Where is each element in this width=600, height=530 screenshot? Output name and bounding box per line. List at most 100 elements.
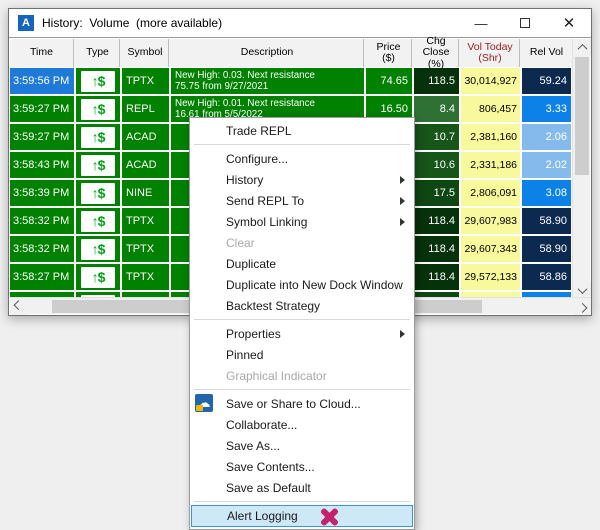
column-header-type[interactable]: Type bbox=[76, 39, 120, 67]
column-header-vol-today[interactable]: Vol Today(Shr) bbox=[461, 39, 520, 67]
column-header-time[interactable]: Time bbox=[10, 39, 74, 67]
menu-item-properties[interactable]: Properties bbox=[190, 323, 414, 344]
time-cell: 3:58:32 PM bbox=[10, 208, 74, 234]
scroll-right-button[interactable] bbox=[574, 298, 591, 315]
rel-vol-cell: 2.06 bbox=[522, 124, 571, 150]
table-header: Time TypeSymbolDescriptionPrice($)ChgClos… bbox=[10, 39, 573, 67]
type-cell: ↑$ bbox=[76, 152, 120, 178]
menu-item-label: Send REPL To bbox=[226, 194, 304, 208]
time-cell: 3:58:39 PM bbox=[10, 180, 74, 206]
type-cell: ↑$ bbox=[76, 236, 120, 262]
menu-item-label: History bbox=[226, 173, 263, 187]
menu-item-label: Save as Default bbox=[226, 481, 311, 495]
vertical-scrollbar-thumb[interactable] bbox=[575, 57, 589, 175]
rel-vol-cell: 58.90 bbox=[522, 236, 571, 262]
vol-today-cell: 2,331,186 bbox=[461, 152, 520, 178]
up-arrow-dollar-icon: ↑$ bbox=[81, 211, 115, 232]
time-cell: 3:59:56 PM bbox=[10, 68, 74, 94]
menu-item-pinned[interactable]: Pinned bbox=[190, 344, 414, 365]
description-line: 75.75 from 9/27/2021 bbox=[175, 81, 268, 92]
column-header-symbol[interactable]: Symbol bbox=[122, 39, 169, 67]
chevron-right-icon bbox=[578, 303, 588, 313]
up-arrow-dollar-icon: ↑$ bbox=[81, 239, 115, 260]
price-cell: 74.65 bbox=[366, 68, 412, 94]
column-header-line: Time bbox=[30, 47, 53, 59]
submenu-arrow-icon bbox=[400, 330, 405, 338]
vol-today-cell: 2,806,091 bbox=[461, 180, 520, 206]
time-cell: 3:58:32 PM bbox=[10, 236, 74, 262]
menu-item-label: Save or Share to Cloud... bbox=[226, 397, 361, 411]
time-cell: 3:58:43 PM bbox=[10, 152, 74, 178]
chg-close-cell: 17.5 bbox=[414, 180, 459, 206]
menu-item-save-or-share-to-cloud[interactable]: ☁Save or Share to Cloud... bbox=[190, 393, 414, 414]
menu-item-history[interactable]: History bbox=[190, 169, 414, 190]
maximize-icon bbox=[520, 18, 530, 28]
maximize-button[interactable] bbox=[503, 9, 547, 37]
type-cell: ↑$ bbox=[76, 264, 120, 290]
column-header-line: (Shr) bbox=[478, 53, 501, 65]
type-cell: ↑$ bbox=[76, 96, 120, 122]
menu-item-save-contents[interactable]: Save Contents... bbox=[190, 456, 414, 477]
cloud-notch bbox=[196, 405, 203, 411]
type-cell: ↑$ bbox=[76, 124, 120, 150]
menu-item-symbol-linking[interactable]: Symbol Linking bbox=[190, 211, 414, 232]
vol-today-cell: 2,381,160 bbox=[461, 124, 520, 150]
menu-item-configure[interactable]: Configure... bbox=[190, 148, 414, 169]
chg-close-cell: 118.4 bbox=[414, 264, 459, 290]
menu-item-trade-repl[interactable]: Trade REPL bbox=[190, 120, 414, 141]
rel-vol-cell: 2.02 bbox=[522, 152, 571, 178]
rel-vol-cell: 3.08 bbox=[522, 180, 571, 206]
column-header-description[interactable]: Description bbox=[171, 39, 364, 67]
time-cell: 3:59:27 PM bbox=[10, 124, 74, 150]
scroll-left-button[interactable] bbox=[10, 298, 27, 315]
menu-item-send-repl-to[interactable]: Send REPL To bbox=[190, 190, 414, 211]
symbol-cell: TPTX bbox=[122, 236, 169, 262]
vol-today-cell: 30,014,927 bbox=[461, 68, 520, 94]
chevron-up-icon bbox=[577, 44, 587, 54]
menu-item-label: Duplicate into New Dock Window bbox=[226, 278, 403, 292]
minimize-button[interactable]: — bbox=[459, 9, 503, 37]
type-cell: ↑$ bbox=[76, 180, 120, 206]
type-cell: ↑$ bbox=[76, 208, 120, 234]
rel-vol-cell: 3.33 bbox=[522, 96, 571, 122]
menu-item-alert-logging[interactable]: Alert Logging bbox=[191, 505, 413, 527]
symbol-cell: TPTX bbox=[122, 68, 169, 94]
chevron-down-icon bbox=[577, 284, 587, 294]
time-cell: 3:58:27 PM bbox=[10, 264, 74, 290]
menu-item-label: Configure... bbox=[226, 152, 288, 166]
title-bar[interactable]: A History: Volume (more available) — ✕ bbox=[9, 9, 591, 38]
close-button[interactable]: ✕ bbox=[547, 9, 591, 37]
context-menu: Trade REPL Configure... History Send REPL T… bbox=[189, 117, 415, 530]
menu-item-save-as[interactable]: Save As... bbox=[190, 435, 414, 456]
menu-item-label: Symbol Linking bbox=[226, 215, 307, 229]
menu-item-collaborate[interactable]: Collaborate... bbox=[190, 414, 414, 435]
alert-row[interactable]: 3:59:56 PM↑$TPTXNew High: 0.03. Next res… bbox=[10, 68, 573, 94]
chg-close-cell: 118.5 bbox=[414, 68, 459, 94]
column-header-chg[interactable]: ChgClose (%) bbox=[414, 39, 459, 67]
vol-today-cell: 29,572,133 bbox=[461, 264, 520, 290]
chg-close-cell: 10.7 bbox=[414, 124, 459, 150]
column-header-price[interactable]: Price($) bbox=[366, 39, 412, 67]
up-arrow-dollar-icon: ↑$ bbox=[81, 127, 115, 148]
window-title: History: Volume (more available) bbox=[42, 16, 222, 30]
menu-item-backtest-strategy[interactable]: Backtest Strategy bbox=[190, 295, 414, 316]
menu-item-label: Trade REPL bbox=[226, 124, 292, 138]
scroll-up-button[interactable] bbox=[573, 39, 591, 56]
rel-vol-cell: 59.24 bbox=[522, 68, 571, 94]
menu-separator bbox=[194, 389, 410, 390]
submenu-arrow-icon bbox=[400, 197, 405, 205]
description-line: New High: 0.01. Next resistance bbox=[175, 98, 315, 109]
up-arrow-dollar-icon: ↑$ bbox=[81, 99, 115, 120]
column-header-rel-vol[interactable]: Rel Vol bbox=[522, 39, 571, 67]
menu-item-duplicate[interactable]: Duplicate bbox=[190, 253, 414, 274]
menu-item-duplicate-into-new-dock-window[interactable]: Duplicate into New Dock Window bbox=[190, 274, 414, 295]
menu-item-label: Save Contents... bbox=[226, 460, 315, 474]
column-header-line: Rel Vol bbox=[530, 47, 563, 59]
symbol-cell: ACAD bbox=[122, 124, 169, 150]
vertical-scrollbar[interactable] bbox=[572, 39, 590, 299]
chg-close-cell: 10.6 bbox=[414, 152, 459, 178]
menu-item-save-as-default[interactable]: Save as Default bbox=[190, 477, 414, 498]
menu-item-label: Save As... bbox=[226, 439, 280, 453]
menu-item-label: Alert Logging bbox=[227, 509, 298, 523]
menu-separator bbox=[194, 501, 410, 502]
